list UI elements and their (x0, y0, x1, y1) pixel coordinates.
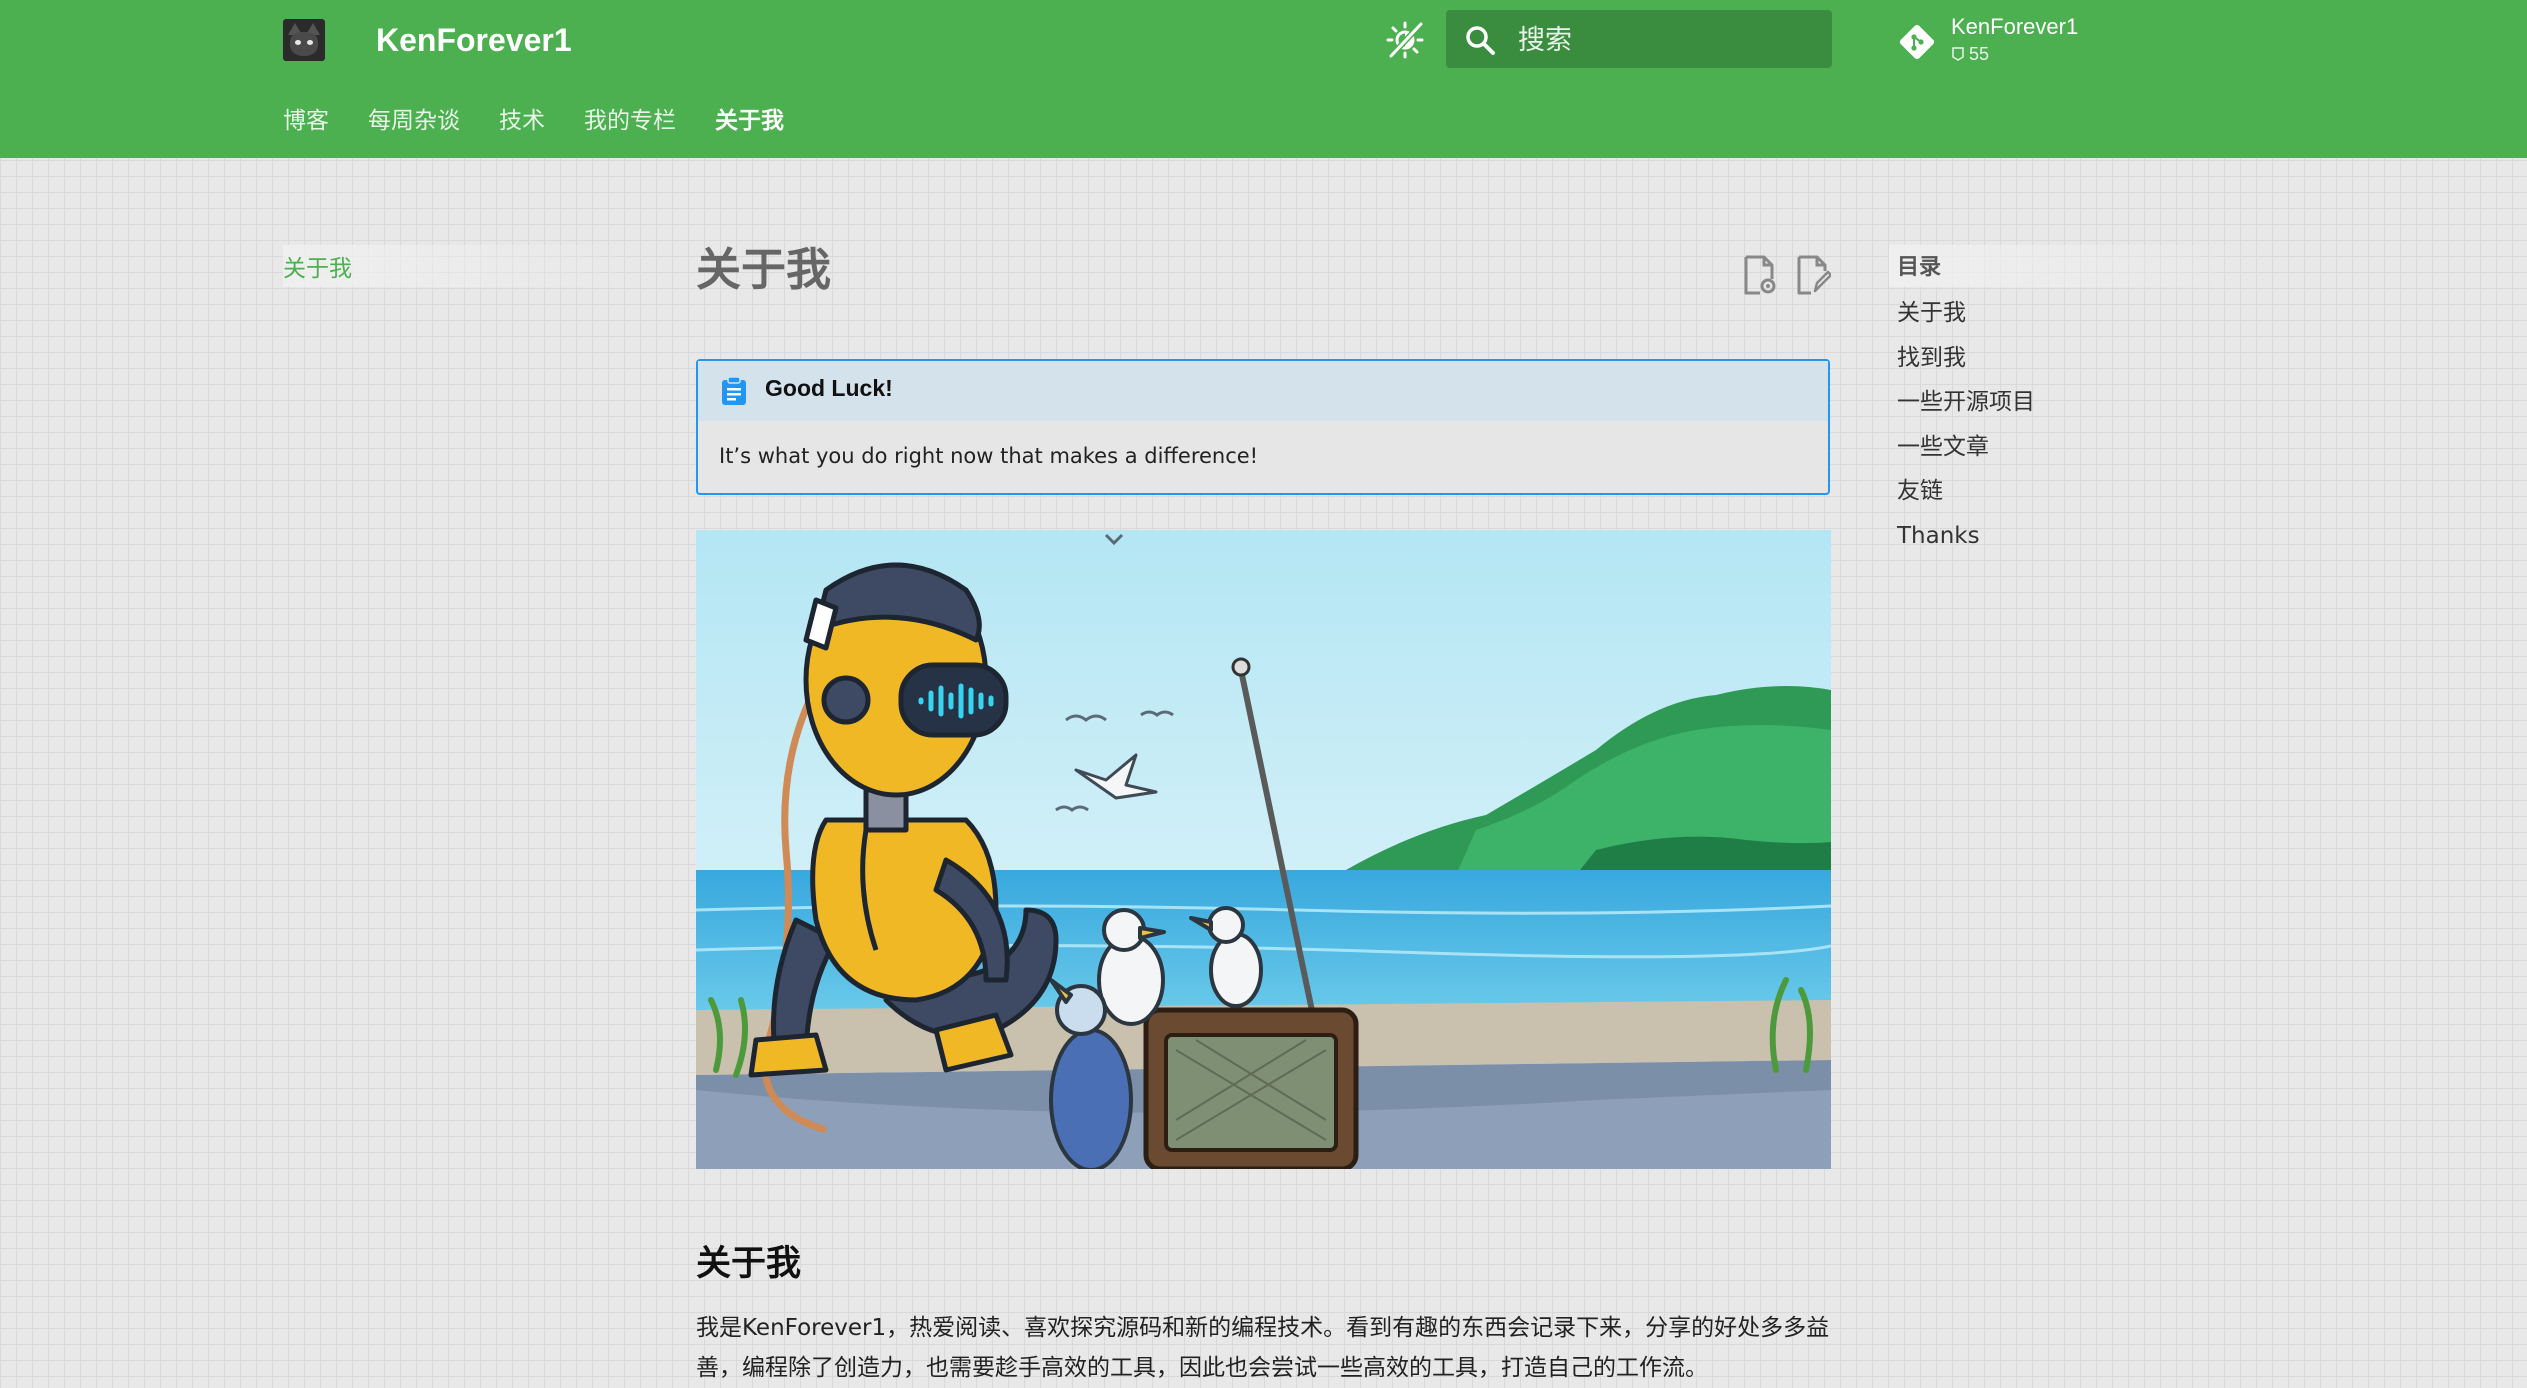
repo-stat: 55 (1951, 44, 1989, 65)
site-logo[interactable] (283, 19, 325, 61)
sidebar-item-about[interactable]: 关于我 (283, 249, 352, 283)
logo-face (290, 32, 318, 56)
repo-name: KenForever1 (1951, 14, 2079, 39)
logo-eye (307, 40, 313, 45)
toc-item-find-me[interactable]: 找到我 (1897, 336, 2035, 381)
top-header: KenForever1 搜索 KenForever1 55 博客 每周杂谈 技术… (0, 0, 2527, 158)
search-icon (1466, 26, 1495, 55)
tab-tech[interactable]: 技术 (499, 104, 545, 138)
admonition-header: Good Luck! (698, 361, 1828, 421)
page-title: 关于我 (696, 243, 832, 296)
main-nav: 博客 每周杂谈 技术 我的专栏 关于我 (283, 104, 823, 138)
tab-about[interactable]: 关于我 (715, 104, 784, 138)
section-heading: 关于我 (696, 1244, 802, 1284)
admonition-title: Good Luck! (765, 375, 893, 401)
repo-link[interactable]: KenForever1 55 (1897, 10, 2097, 70)
hero-illustration (696, 530, 1831, 1169)
search-input[interactable] (1516, 18, 1820, 62)
tab-weekly[interactable]: 每周杂谈 (368, 104, 460, 138)
view-source-icon[interactable] (1742, 255, 1778, 295)
admonition-note: Good Luck! It’s what you do right now th… (696, 359, 1830, 495)
repo-stat-value: 55 (1969, 44, 1990, 64)
toc-title-bar (1889, 245, 2269, 287)
toc-list: 关于我 找到我 一些开源项目 一些文章 友链 Thanks (1897, 291, 2035, 558)
git-icon (1899, 24, 1935, 60)
toc-title: 目录 (1897, 255, 1942, 280)
theme-toggle-icon[interactable] (1385, 20, 1425, 60)
tab-column[interactable]: 我的专栏 (584, 104, 676, 138)
admonition-body: It’s what you do right now that makes a … (719, 444, 1259, 468)
intro-paragraph: 我是KenForever1，热爱阅读、喜欢探究源码和新的编程技术。看到有趣的东西… (696, 1315, 1830, 1381)
tag-icon (1952, 47, 1964, 61)
edit-page-icon[interactable] (1795, 255, 1833, 295)
toc-item-articles[interactable]: 一些文章 (1897, 425, 2035, 470)
toc-item-friend-links[interactable]: 友链 (1897, 469, 2035, 514)
toc-item-projects[interactable]: 一些开源项目 (1897, 380, 2035, 425)
toc-item-about[interactable]: 关于我 (1897, 291, 2035, 336)
left-sidebar: 关于我 (283, 245, 663, 287)
clipboard-icon (722, 376, 746, 405)
site-title[interactable]: KenForever1 (376, 20, 572, 60)
search-box[interactable] (1446, 10, 1832, 68)
toc-item-thanks[interactable]: Thanks (1897, 514, 2035, 559)
logo-eye (295, 40, 301, 45)
tab-blog[interactable]: 博客 (283, 104, 329, 138)
